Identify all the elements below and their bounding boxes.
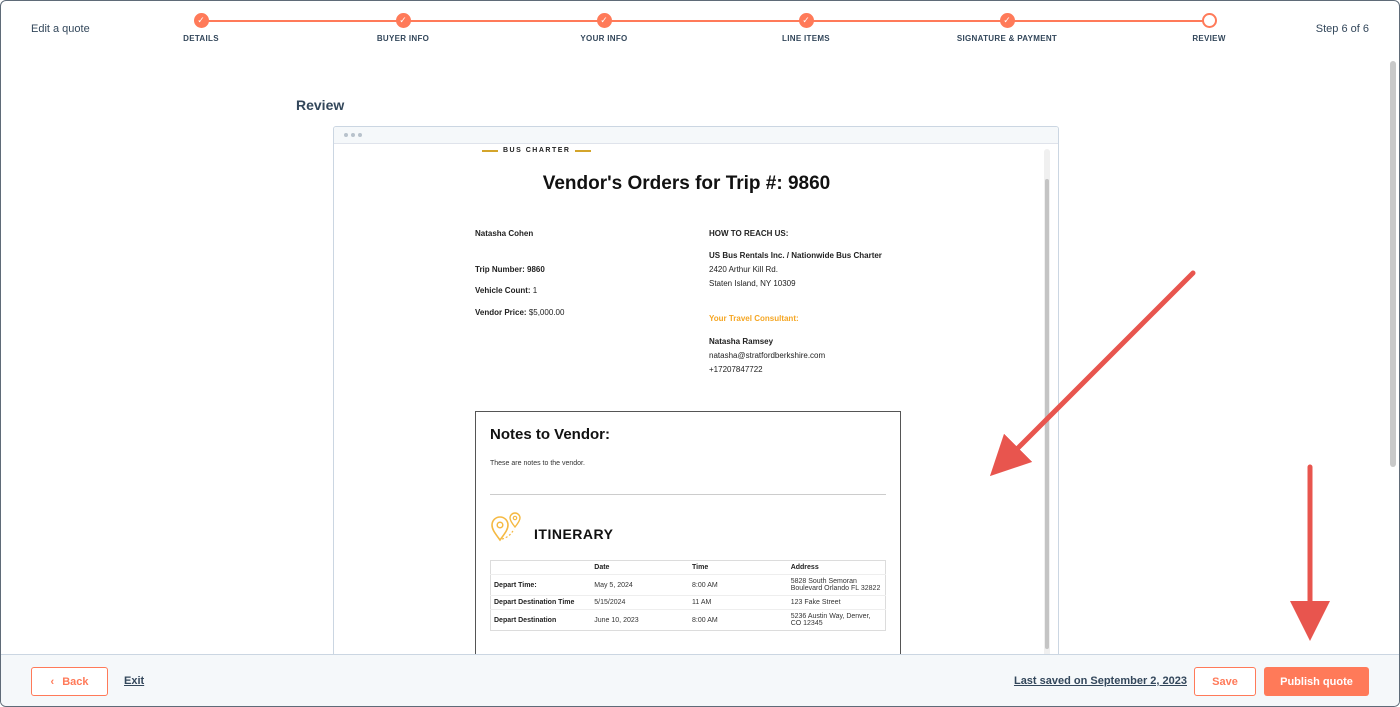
window-dot-icon [358, 133, 362, 137]
company-address-line2: Staten Island, NY 10309 [709, 279, 796, 288]
divider [490, 494, 886, 495]
column-header [491, 561, 592, 575]
trip-number: Trip Number: 9860 [475, 265, 545, 274]
consultant-email: natasha@stratfordberkshire.com [709, 351, 826, 360]
table-row: Depart Destination June 10, 2023 8:00 AM… [490, 609, 886, 631]
document-page: BUS CHARTER Vendor's Orders for Trip #: … [334, 145, 1039, 665]
header: Edit a quote ✓ DETAILS ✓ BUYER INFO ✓ YO… [1, 1, 1399, 57]
page-title: Edit a quote [31, 23, 90, 35]
vendor-price: Vendor Price: $5,000.00 [475, 308, 565, 317]
step-your-info[interactable]: ✓ YOUR INFO [544, 13, 664, 43]
consultant-name: Natasha Ramsey [709, 337, 774, 346]
consultant-phone: +17207847722 [709, 365, 763, 374]
save-button[interactable]: Save [1194, 667, 1256, 696]
table-row: Depart Time: May 5, 2024 8:00 AM 5828 So… [490, 574, 886, 596]
footer: ‹ Back Exit Last saved on September 2, 2… [1, 654, 1399, 706]
checkmark-icon: ✓ [395, 13, 411, 28]
map-pin-icon [491, 512, 521, 542]
step-count: Step 6 of 6 [1315, 23, 1369, 35]
checkmark-icon: ✓ [596, 13, 612, 28]
step-label: DETAILS [183, 34, 219, 43]
vendor-name: Natasha Cohen [475, 229, 534, 238]
preview-toolbar [334, 127, 1058, 144]
window-dot-icon [344, 133, 348, 137]
checkmark-icon: ✓ [193, 13, 209, 28]
brand-logo: BUS CHARTER [482, 147, 592, 154]
column-header: Address [790, 564, 819, 571]
consultant-label: Your Travel Consultant: [709, 314, 799, 323]
column-header: Time [692, 564, 709, 571]
exit-link[interactable]: Exit [124, 675, 144, 687]
itinerary-title: ITINERARY [534, 526, 614, 542]
document-preview[interactable]: BUS CHARTER Vendor's Orders for Trip #: … [333, 126, 1059, 666]
app-window: Edit a quote ✓ DETAILS ✓ BUYER INFO ✓ YO… [0, 0, 1400, 707]
itinerary-table: Date Time Address Depart Time: May 5, 20… [490, 560, 886, 631]
table-row: Depart Destination Time 5/15/2024 11 AM … [490, 595, 886, 610]
step-label: BUYER INFO [376, 34, 430, 43]
notes-title: Notes to Vendor: [490, 426, 611, 443]
step-line-items[interactable]: ✓ LINE ITEMS [746, 13, 866, 43]
company-name: US Bus Rentals Inc. / Nationwide Bus Cha… [709, 251, 882, 260]
company-address-line1: 2420 Arthur Kill Rd. [709, 265, 778, 274]
step-review[interactable]: REVIEW [1149, 13, 1269, 43]
column-header: Date [594, 564, 610, 571]
checkmark-icon: ✓ [999, 13, 1015, 28]
publish-quote-button[interactable]: Publish quote [1264, 667, 1369, 696]
back-button[interactable]: ‹ Back [31, 667, 108, 696]
step-details[interactable]: ✓ DETAILS [141, 13, 261, 43]
step-label: YOUR INFO [580, 34, 628, 43]
document-title: Vendor's Orders for Trip #: 9860 [542, 173, 831, 194]
step-buyer-info[interactable]: ✓ BUYER INFO [343, 13, 463, 43]
reach-us-heading: HOW TO REACH US: [709, 229, 789, 238]
window-dot-icon [351, 133, 355, 137]
checkmark-icon: ✓ [798, 13, 814, 28]
current-step-circle-icon [1201, 13, 1217, 28]
section-title: Review [296, 97, 345, 113]
step-label: REVIEW [1192, 34, 1226, 43]
step-signature-payment[interactable]: ✓ SIGNATURE & PAYMENT [947, 13, 1067, 43]
notes-box: Notes to Vendor: These are notes to the … [475, 411, 901, 665]
step-label: LINE ITEMS [782, 34, 830, 43]
chevron-left-icon: ‹ [50, 675, 55, 688]
last-saved-link[interactable]: Last saved on September 2, 2023 [1014, 675, 1187, 687]
step-label: SIGNATURE & PAYMENT [956, 34, 1058, 43]
page-scrollbar[interactable] [1390, 61, 1396, 467]
preview-scrollbar-thumb[interactable] [1045, 179, 1049, 649]
vehicle-count: Vehicle Count: 1 [475, 286, 538, 295]
notes-text: These are notes to the vendor. [490, 460, 585, 467]
